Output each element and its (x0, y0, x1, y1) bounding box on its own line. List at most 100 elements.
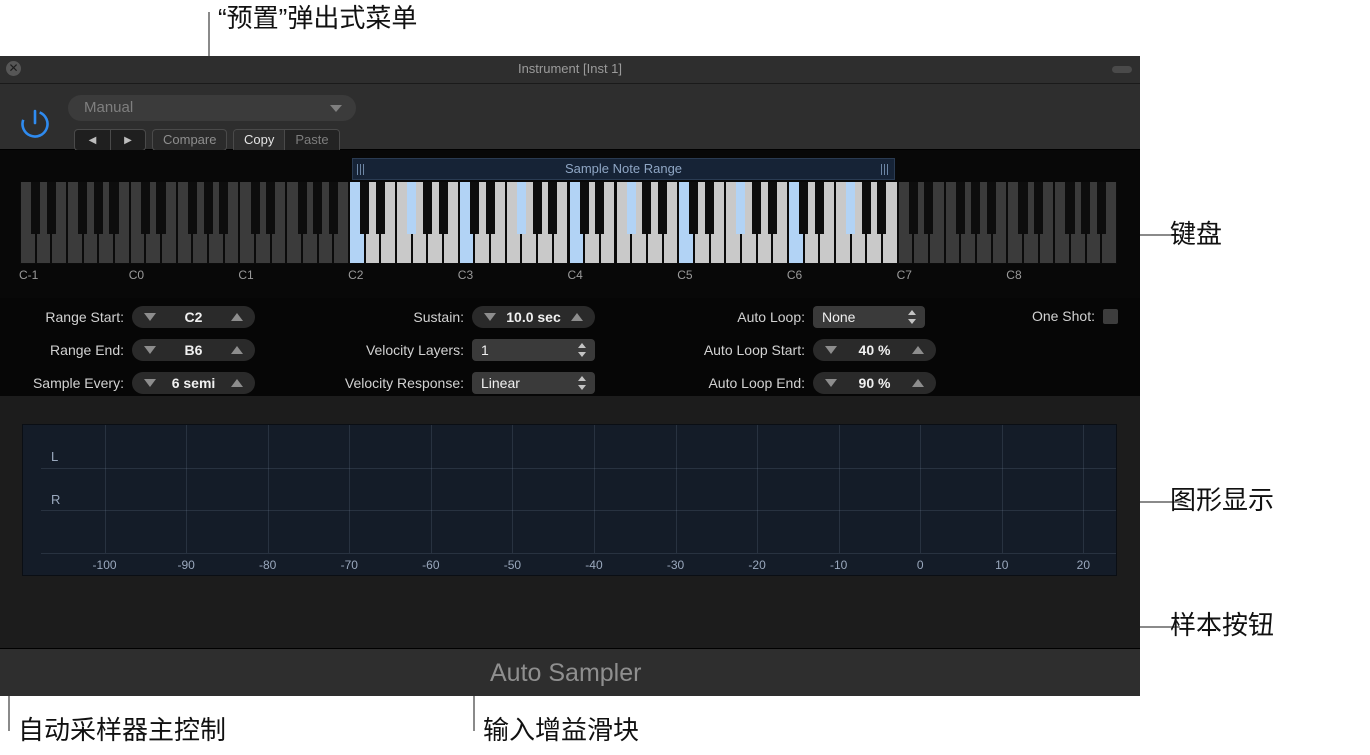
piano-key-black[interactable] (1096, 182, 1106, 234)
piano-keys[interactable] (20, 182, 1117, 264)
stepper-arrows-icon[interactable] (578, 376, 587, 390)
piano-key-black[interactable] (861, 182, 871, 234)
piano-key-black[interactable] (626, 182, 636, 234)
prev-preset-button[interactable]: ◀ (75, 130, 110, 150)
piano-key-black[interactable] (532, 182, 542, 234)
piano-key-black[interactable] (297, 182, 307, 234)
sample-every-field[interactable]: 6 semi (132, 372, 255, 394)
gridline-horizontal (41, 510, 1116, 512)
range-grip-left-icon[interactable] (357, 164, 366, 175)
piano-key-black[interactable] (799, 182, 809, 234)
piano-key-black[interactable] (375, 182, 385, 234)
piano-key-black[interactable] (657, 182, 668, 234)
range-grip-right-icon[interactable] (881, 164, 890, 175)
minimize-icon[interactable] (1112, 66, 1132, 73)
piano-key-black[interactable] (877, 182, 887, 234)
compare-button[interactable]: Compare (152, 129, 228, 151)
auto-loop-value: None (822, 309, 856, 325)
piano-key-black[interactable] (78, 182, 88, 234)
piano-key-black[interactable] (469, 182, 479, 234)
velocity-layers-field[interactable]: 1 (472, 339, 595, 361)
auto-loop-end-label: Auto Loop End: (708, 375, 805, 391)
next-preset-button[interactable]: ▶ (110, 130, 145, 150)
auto-loop-field[interactable]: None (813, 306, 925, 328)
piano-key-black[interactable] (407, 182, 417, 234)
piano-key-black[interactable] (689, 182, 699, 234)
auto-loop-start-decrement-icon[interactable] (825, 346, 837, 354)
piano-key-black[interactable] (219, 182, 229, 234)
piano-key-black[interactable] (971, 182, 981, 234)
velocity-response-field[interactable]: Linear (472, 372, 595, 394)
gridline-vertical (512, 425, 514, 553)
piano-key-black[interactable] (736, 182, 746, 234)
range-start-increment-icon[interactable] (231, 313, 243, 321)
piano-key-black[interactable] (156, 182, 166, 234)
range-start-label: Range Start: (45, 309, 124, 325)
piano-key-black[interactable] (109, 182, 119, 234)
sample-every-increment-icon[interactable] (231, 379, 243, 387)
range-end-increment-icon[interactable] (231, 346, 243, 354)
piano-key-black[interactable] (203, 182, 213, 234)
piano-key-black[interactable] (187, 182, 197, 234)
piano-key-black[interactable] (846, 182, 856, 234)
auto-loop-end-increment-icon[interactable] (912, 379, 924, 387)
piano-key-black[interactable] (360, 182, 370, 234)
range-end-label: Range End: (50, 342, 124, 358)
paste-button[interactable]: Paste (285, 130, 339, 152)
sustain-increment-icon[interactable] (571, 313, 583, 321)
piano-key-black[interactable] (313, 182, 323, 234)
piano-key-black[interactable] (924, 182, 934, 234)
range-end-field[interactable]: B6 (132, 339, 255, 361)
piano-key-black[interactable] (93, 182, 103, 234)
piano-key-black[interactable] (1018, 182, 1028, 234)
piano-key-black[interactable] (579, 182, 589, 234)
piano-key-black[interactable] (46, 182, 56, 234)
auto-loop-end-field[interactable]: 90 % (813, 372, 936, 394)
piano-key-black[interactable] (485, 182, 495, 234)
range-start-decrement-icon[interactable] (144, 313, 156, 321)
piano-key-black[interactable] (1034, 182, 1044, 234)
piano-key-black[interactable] (814, 182, 824, 234)
auto-loop-start-field[interactable]: 40 % (813, 339, 936, 361)
piano-key-black[interactable] (595, 182, 605, 234)
piano-key-black[interactable] (266, 182, 276, 234)
piano-key-black[interactable] (767, 182, 777, 234)
sustain-field[interactable]: 10.0 sec (472, 306, 595, 328)
sample-every-decrement-icon[interactable] (144, 379, 156, 387)
piano-key-black[interactable] (642, 182, 652, 234)
stepper-arrows-icon[interactable] (908, 310, 917, 324)
one-shot-checkbox[interactable] (1103, 308, 1118, 324)
footer-title: Auto Sampler (490, 659, 642, 687)
axis-tick-label: -50 (503, 558, 522, 572)
piano-key-black[interactable] (140, 182, 150, 234)
piano-key-black[interactable] (1065, 182, 1075, 234)
sample-note-range-bar[interactable]: Sample Note Range (352, 158, 895, 180)
gridline-vertical (104, 425, 106, 553)
piano-key-black[interactable] (516, 182, 527, 234)
auto-loop-start-increment-icon[interactable] (912, 346, 924, 354)
piano-key-black[interactable] (548, 182, 558, 234)
piano-key-black[interactable] (955, 182, 965, 234)
piano-key-black[interactable] (328, 182, 338, 234)
stepper-arrows-icon[interactable] (578, 343, 587, 357)
sustain-decrement-icon[interactable] (484, 313, 496, 321)
piano-key-black[interactable] (1081, 182, 1091, 234)
gridline-vertical (1083, 425, 1085, 553)
power-icon[interactable] (18, 106, 52, 140)
axis-tick-label: -60 (422, 558, 440, 572)
piano-key-black[interactable] (422, 182, 432, 234)
copy-button[interactable]: Copy (234, 130, 286, 152)
piano-key-black[interactable] (908, 182, 918, 234)
piano-key-black[interactable] (704, 182, 715, 234)
axis-tick-label: 20 (1076, 558, 1091, 572)
piano-key-black[interactable] (438, 182, 448, 234)
auto-loop-end-decrement-icon[interactable] (825, 379, 837, 387)
range-start-field[interactable]: C2 (132, 306, 255, 328)
range-end-decrement-icon[interactable] (144, 346, 156, 354)
piano-key-black[interactable] (987, 182, 997, 234)
preset-popup-menu[interactable]: Manual (68, 95, 356, 121)
piano-key-black[interactable] (752, 182, 762, 234)
piano-key-black[interactable] (31, 182, 41, 234)
preset-nav-group: ◀ ▶ (74, 129, 146, 151)
piano-key-black[interactable] (250, 182, 260, 234)
